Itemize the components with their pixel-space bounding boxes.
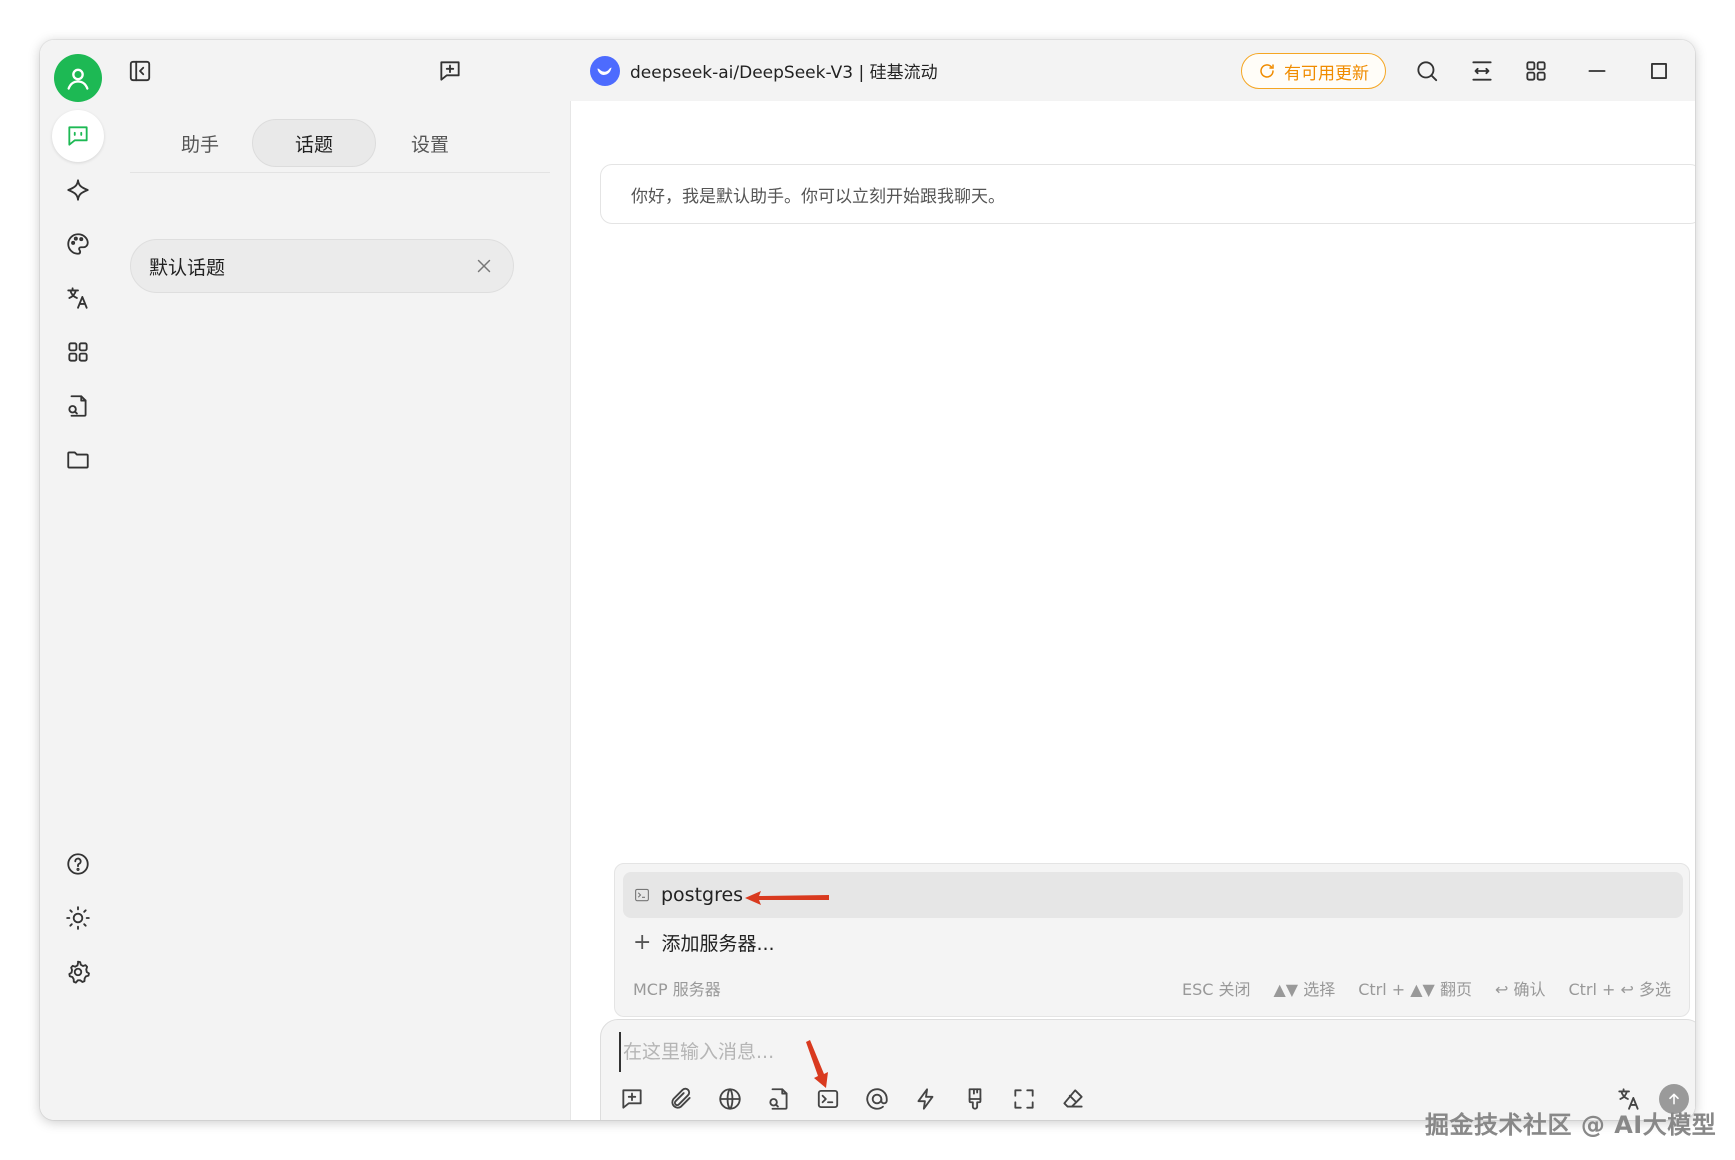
eraser-icon <box>1063 1089 1083 1108</box>
nav-files-button[interactable] <box>52 434 104 486</box>
chat-icon <box>68 126 88 146</box>
hint-select: ▲▼ 选择 <box>1273 980 1336 999</box>
whale-icon <box>597 67 612 76</box>
add-chat-icon <box>440 61 460 81</box>
new-topic-tool-button[interactable] <box>615 1082 649 1116</box>
update-label: 有可用更新 <box>1284 63 1369 84</box>
topic-panel: 助手 话题 设置 默认话题 <box>116 101 571 1120</box>
new-topic-button[interactable] <box>436 57 464 85</box>
paperclip-icon <box>671 1087 691 1109</box>
hint-close: ESC 关闭 <box>1181 980 1251 999</box>
close-icon <box>477 259 491 273</box>
maximize-button[interactable] <box>1645 57 1673 85</box>
title-bar: deepseek-ai/DeepSeek-V3 | 硅基流动 有可用更新 <box>116 40 1695 101</box>
clear-messages-button[interactable] <box>1056 1082 1090 1116</box>
avatar[interactable] <box>54 54 102 102</box>
gear-icon <box>68 960 90 984</box>
mcp-server-item[interactable]: postgres <box>623 872 1683 918</box>
nav-translate-button[interactable] <box>52 272 104 324</box>
mcp-popup-footer: MCP 服务器 ESC 关闭 ▲▼ 选择 Ctrl + ▲▼ 翻页 ↩ 确认 C… <box>633 970 1671 1006</box>
nav-chat-button[interactable] <box>52 110 104 162</box>
chat-area: 你好，我是默认助手。你可以立刻开始跟我聊天。 postgres + 添加服务器.… <box>572 101 1695 1120</box>
message-input[interactable] <box>619 1032 1619 1072</box>
watermark: 掘金技术社区 @ AI大模型 <box>1425 1111 1717 1139</box>
nav-theme-button[interactable] <box>52 892 104 944</box>
help-icon <box>67 853 89 875</box>
grid-icon <box>1526 61 1546 81</box>
search-button[interactable] <box>1413 57 1441 85</box>
add-chat-icon <box>622 1089 642 1109</box>
at-sign-icon <box>866 1088 888 1110</box>
update-available-button[interactable]: 有可用更新 <box>1241 53 1386 89</box>
nav-agents-button[interactable] <box>52 164 104 216</box>
hint-page: Ctrl + ▲▼ 翻页 <box>1358 980 1472 999</box>
tab-assistants[interactable]: 助手 <box>138 119 262 167</box>
sidebar-collapse-icon <box>129 60 151 82</box>
model-logo[interactable] <box>590 56 620 86</box>
annotation-arrow-left <box>745 891 829 905</box>
sparkle-icon <box>67 179 89 201</box>
sun-icon <box>66 906 90 930</box>
globe-icon <box>719 1088 741 1110</box>
model-title[interactable]: deepseek-ai/DeepSeek-V3 | 硅基流动 <box>630 58 938 83</box>
refresh-icon <box>1260 64 1274 78</box>
tab-topics[interactable]: 话题 <box>252 119 376 167</box>
annotation-arrow-down <box>806 1040 828 1088</box>
file-search-icon <box>769 1088 788 1110</box>
paint-brush-icon <box>968 1088 982 1110</box>
user-icon <box>67 68 89 90</box>
hint-confirm: ↩ 确认 <box>1494 980 1546 999</box>
knowledge-base-button[interactable] <box>762 1082 796 1116</box>
search-icon <box>1417 61 1438 82</box>
mini-apps-button[interactable] <box>1522 57 1550 85</box>
topic-close-button[interactable] <box>473 255 495 277</box>
assistant-greeting: 你好，我是默认助手。你可以立刻开始跟我聊天。 <box>600 164 1695 224</box>
mcp-server-popup: postgres + 添加服务器... MCP 服务器 ESC 关闭 ▲▼ 选择… <box>614 863 1690 1017</box>
nav-settings-button[interactable] <box>52 946 104 998</box>
expand-width-icon <box>1472 61 1492 81</box>
add-server-label: 添加服务器... <box>661 932 775 955</box>
nav-knowledge-button[interactable] <box>52 380 104 432</box>
mention-model-button[interactable] <box>860 1082 894 1116</box>
expand-icon <box>1014 1089 1034 1109</box>
toggle-sidebar-button[interactable] <box>126 57 154 85</box>
file-search-icon <box>68 395 87 417</box>
mcp-server-label: postgres <box>661 884 744 906</box>
topic-label: 默认话题 <box>149 256 226 279</box>
mcp-footer-title: MCP 服务器 <box>633 980 721 999</box>
panel-tabs: 助手 话题 设置 <box>130 113 550 173</box>
nav-paint-button[interactable] <box>52 218 104 270</box>
app-window: deepseek-ai/DeepSeek-V3 | 硅基流动 有可用更新 助手 … <box>40 40 1695 1120</box>
translate-icon <box>67 287 88 309</box>
folder-icon <box>67 451 89 469</box>
terminal-icon <box>817 1089 839 1109</box>
plus-icon: + <box>633 929 652 955</box>
attach-button[interactable] <box>664 1082 698 1116</box>
terminal-icon <box>635 888 649 902</box>
topic-item[interactable]: 默认话题 <box>130 239 514 293</box>
apps-icon <box>68 342 88 362</box>
mcp-server-button[interactable] <box>811 1082 845 1116</box>
add-mcp-server-button[interactable]: + 添加服务器... <box>633 920 775 964</box>
palette-icon <box>67 233 89 255</box>
clear-context-button[interactable] <box>958 1082 992 1116</box>
web-search-button[interactable] <box>713 1082 747 1116</box>
nav-apps-button[interactable] <box>52 326 104 378</box>
nav-help-button[interactable] <box>52 838 104 890</box>
minimize-icon <box>1588 70 1606 72</box>
maximize-icon <box>1651 63 1667 79</box>
nav-rail <box>40 40 116 1120</box>
quick-phrase-button[interactable] <box>909 1082 943 1116</box>
minimize-button[interactable] <box>1583 57 1611 85</box>
layout-button[interactable] <box>1468 57 1496 85</box>
lightning-icon <box>917 1088 934 1110</box>
fullscreen-button[interactable] <box>1007 1082 1041 1116</box>
tab-settings[interactable]: 设置 <box>368 119 492 167</box>
hint-multiselect: Ctrl + ↩ 多选 <box>1568 980 1671 999</box>
